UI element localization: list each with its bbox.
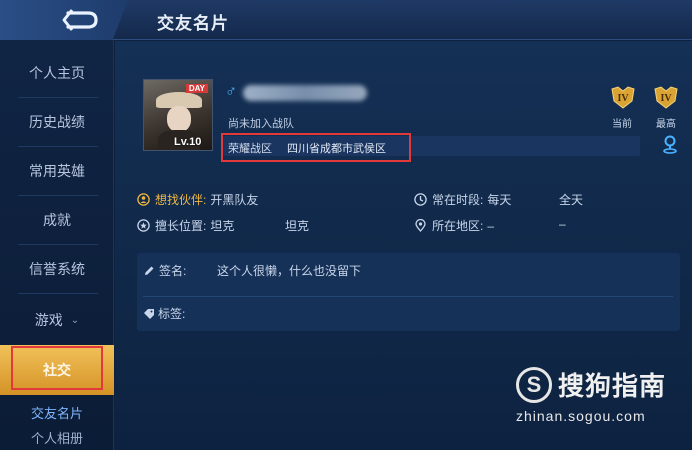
area-value: – — [559, 217, 566, 231]
online-time-row: 常在时段: 每天 — [414, 191, 511, 208]
signature-divider — [143, 296, 673, 297]
partner-label: 想找伙伴: — [155, 193, 207, 207]
sogou-watermark: S 搜狗指南 — [516, 366, 666, 403]
tag-icon — [144, 308, 154, 319]
position-label: 擅长位置: — [155, 219, 207, 233]
signature-value: 这个人很懒，什么也没留下 — [217, 264, 362, 278]
sidebar-item-label: 个人主页 — [29, 65, 85, 81]
partner-value: 开黑队友 — [210, 193, 259, 207]
clock-icon — [414, 193, 427, 206]
location-pin-icon[interactable] — [662, 134, 678, 154]
sidebar-item-label: 常用英雄 — [29, 163, 85, 179]
sidebar-divider — [18, 293, 98, 294]
sidebar-item-history[interactable]: 历史战绩 — [0, 98, 114, 146]
avatar[interactable]: DAY Lv.10 — [143, 79, 213, 151]
sidebar-subitem-friend-card[interactable]: 交友名片 — [0, 396, 114, 428]
avatar-level: Lv.10 — [174, 136, 202, 148]
rank-iv-badge-icon[interactable]: IV — [653, 85, 679, 109]
area-value-2: – — [559, 217, 566, 231]
sidebar-item-label: 信誉系统 — [29, 261, 85, 277]
tags-label: 标签: — [158, 307, 186, 321]
location-pin-icon — [415, 219, 426, 232]
svg-text:IV: IV — [660, 93, 672, 104]
rank-current-label: 当前 — [612, 119, 632, 130]
partner-icon — [137, 193, 150, 206]
pencil-icon — [145, 266, 154, 275]
area-value: – — [487, 218, 495, 233]
back-button[interactable] — [0, 0, 128, 40]
page-title: 交友名片 — [157, 14, 229, 33]
position-value: 坦克 — [285, 219, 310, 233]
online-time-label: 常在时段: — [432, 193, 484, 207]
rank-highest-label: 最高 — [656, 119, 676, 130]
area-row: 所在地区: – — [414, 217, 494, 234]
sidebar-item-game[interactable]: 游戏 ⌄ — [0, 296, 114, 344]
position-value: 坦克 — [210, 219, 235, 233]
online-time-value: 每天 — [487, 193, 512, 207]
highlight-box-social — [11, 346, 103, 390]
online-time-value: 全天 — [559, 193, 584, 207]
male-icon: ♂ — [225, 83, 237, 100]
sidebar-item-heroes[interactable]: 常用英雄 — [0, 147, 114, 195]
signature-label: 签名: — [159, 264, 187, 278]
sidebar-item-label: 游戏 — [34, 312, 63, 328]
sidebar-subitem-label: 个人相册 — [30, 431, 83, 446]
sidebar-item-credit[interactable]: 信誉系统 — [0, 245, 114, 293]
svg-text:IV: IV — [617, 93, 629, 104]
sidebar-item-achievements[interactable]: 成就 — [0, 196, 114, 244]
sidebar-subitem-label: 交友名片 — [30, 405, 83, 421]
team-status: 尚未加入战队 — [228, 118, 294, 130]
avatar-badge: DAY — [185, 84, 208, 93]
position-value-2: 坦克 — [285, 217, 309, 234]
sidebar-item-label: 成就 — [43, 212, 71, 228]
tags-label-group[interactable]: 标签: — [143, 305, 185, 322]
highlight-box-region — [221, 133, 411, 162]
area-label: 所在地区: — [432, 219, 484, 233]
partner-row: 想找伙伴: 开黑队友 — [137, 191, 258, 208]
online-time-value-2: 全天 — [559, 191, 583, 208]
back-arrow-icon — [62, 9, 98, 31]
avatar-face — [167, 106, 191, 132]
watermark-url: zhinan.sogou.com — [516, 408, 646, 424]
watermark-text: 搜狗指南 — [558, 371, 667, 401]
signature-label-group: 签名: — [143, 262, 186, 279]
sidebar-item-home[interactable]: 个人主页 — [0, 49, 114, 97]
chevron-down-icon: ⌄ — [70, 314, 80, 326]
sogou-logo-icon: S — [516, 366, 552, 403]
sidebar-subitem-album[interactable]: 个人相册 — [0, 428, 114, 450]
star-icon — [137, 219, 150, 232]
player-name-blurred — [243, 85, 367, 101]
rank-iv-badge-icon[interactable]: IV — [610, 85, 636, 109]
top-bar: 交友名片 — [0, 0, 692, 40]
position-row: 擅长位置: 坦克 — [137, 217, 234, 234]
sidebar-item-label: 历史战绩 — [29, 114, 85, 130]
